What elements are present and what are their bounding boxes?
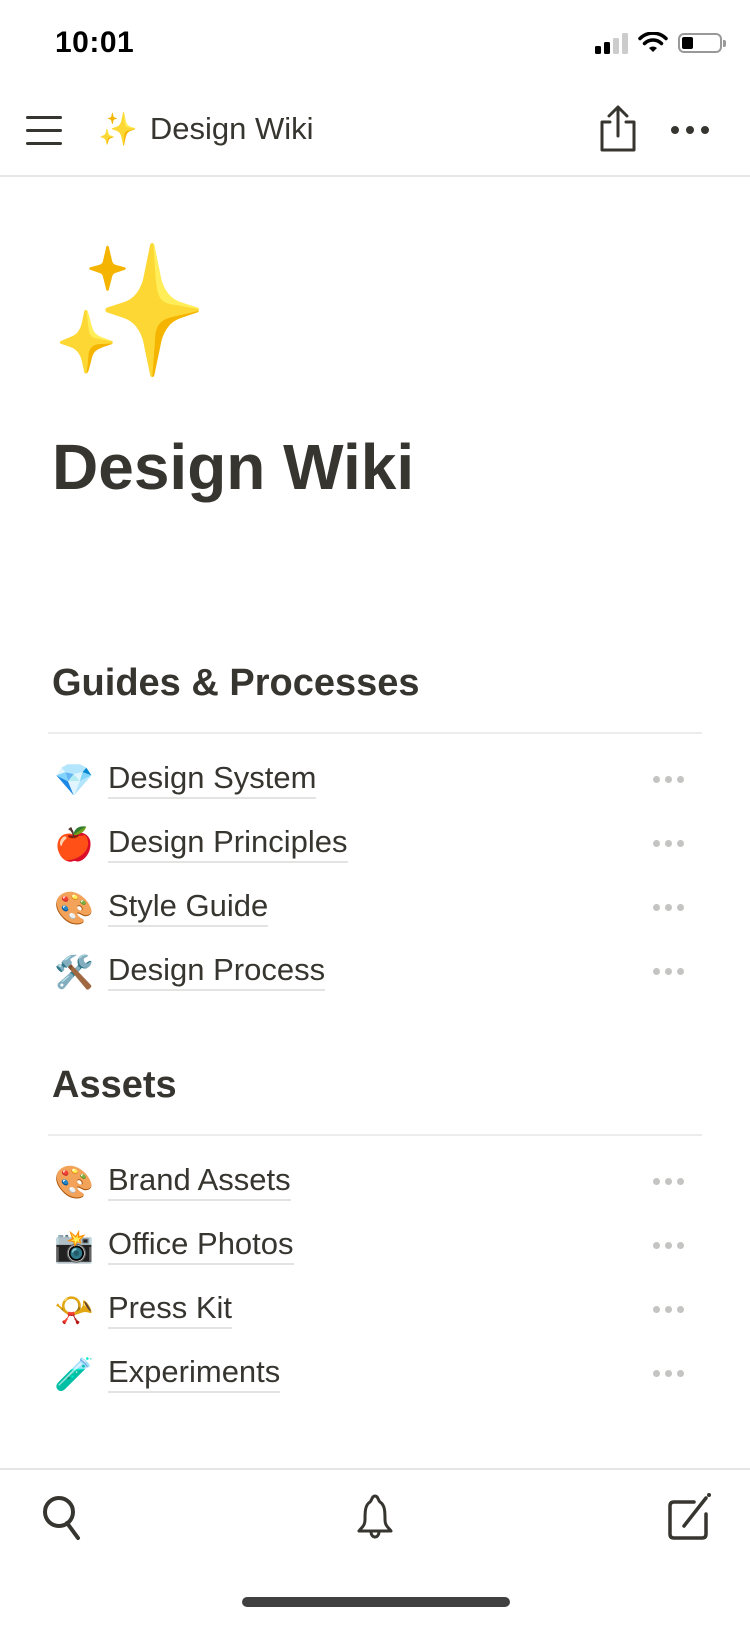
list-item-design-process[interactable]: 🛠️ Design Process [54, 944, 694, 1000]
section-divider [48, 732, 702, 734]
list-item-brand-assets[interactable]: 🎨 Brand Assets [54, 1154, 694, 1210]
page-title[interactable]: Design Wiki [52, 430, 414, 504]
gem-icon: 💎 [54, 762, 94, 798]
page-icon-sparkles[interactable]: ✨ [50, 248, 209, 376]
megaphone-icon: 📯 [54, 1292, 94, 1328]
list-item-press-kit[interactable]: 📯 Press Kit [54, 1282, 694, 1338]
battery-level [682, 37, 693, 49]
hamburger-menu-icon[interactable] [26, 114, 62, 148]
battery-icon [678, 33, 726, 53]
section-heading-assets[interactable]: Assets [52, 1064, 177, 1107]
more-horizontal-icon[interactable] [671, 126, 709, 134]
page-link[interactable]: Style Guide [108, 888, 269, 928]
more-horizontal-icon[interactable] [653, 1370, 684, 1377]
page-link[interactable]: Design Process [108, 952, 326, 992]
more-horizontal-icon[interactable] [653, 1178, 684, 1185]
wifi-icon [638, 32, 668, 52]
top-navigation-bar: ✨ Design Wiki [0, 90, 750, 177]
more-horizontal-icon[interactable] [653, 968, 684, 975]
test-tube-icon: 🧪 [54, 1356, 94, 1392]
section-heading-guides[interactable]: Guides & Processes [52, 662, 420, 705]
apple-icon: 🍎 [54, 826, 94, 862]
list-item-design-principles[interactable]: 🍎 Design Principles [54, 816, 694, 872]
palette-icon: 🎨 [54, 890, 94, 926]
compose-icon[interactable] [664, 1492, 714, 1542]
cellular-signal-icon [595, 32, 628, 54]
hammer-and-wrench-icon: 🛠️ [54, 954, 94, 990]
palette-icon: 🎨 [54, 1164, 94, 1200]
status-icons [595, 32, 726, 54]
more-horizontal-icon[interactable] [653, 840, 684, 847]
more-horizontal-icon[interactable] [653, 1306, 684, 1313]
sparkles-icon: ✨ [98, 111, 138, 147]
list-item-style-guide[interactable]: 🎨 Style Guide [54, 880, 694, 936]
camera-flash-icon: 📸 [54, 1228, 94, 1264]
home-indicator[interactable] [242, 1597, 510, 1607]
page-link[interactable]: Office Photos [108, 1226, 294, 1266]
page-link[interactable]: Design Principles [108, 824, 348, 864]
search-icon[interactable] [38, 1492, 88, 1542]
breadcrumb-title: Design Wiki [149, 111, 314, 146]
list-item-experiments[interactable]: 🧪 Experiments [54, 1346, 694, 1402]
list-item-design-system[interactable]: 💎 Design System [54, 752, 694, 808]
more-horizontal-icon[interactable] [653, 776, 684, 783]
more-horizontal-icon[interactable] [653, 904, 684, 911]
page-link[interactable]: Brand Assets [108, 1162, 291, 1202]
page-link[interactable]: Design System [108, 760, 317, 800]
bell-icon[interactable] [350, 1492, 400, 1542]
more-horizontal-icon[interactable] [653, 1242, 684, 1249]
status-bar: 10:01 [0, 0, 750, 90]
breadcrumb[interactable]: ✨ Design Wiki [98, 110, 314, 148]
section-divider [48, 1134, 702, 1136]
list-item-office-photos[interactable]: 📸 Office Photos [54, 1218, 694, 1274]
status-time: 10:01 [55, 26, 135, 59]
page-link[interactable]: Experiments [108, 1354, 281, 1394]
page-link[interactable]: Press Kit [108, 1290, 233, 1330]
share-icon[interactable] [596, 104, 640, 154]
